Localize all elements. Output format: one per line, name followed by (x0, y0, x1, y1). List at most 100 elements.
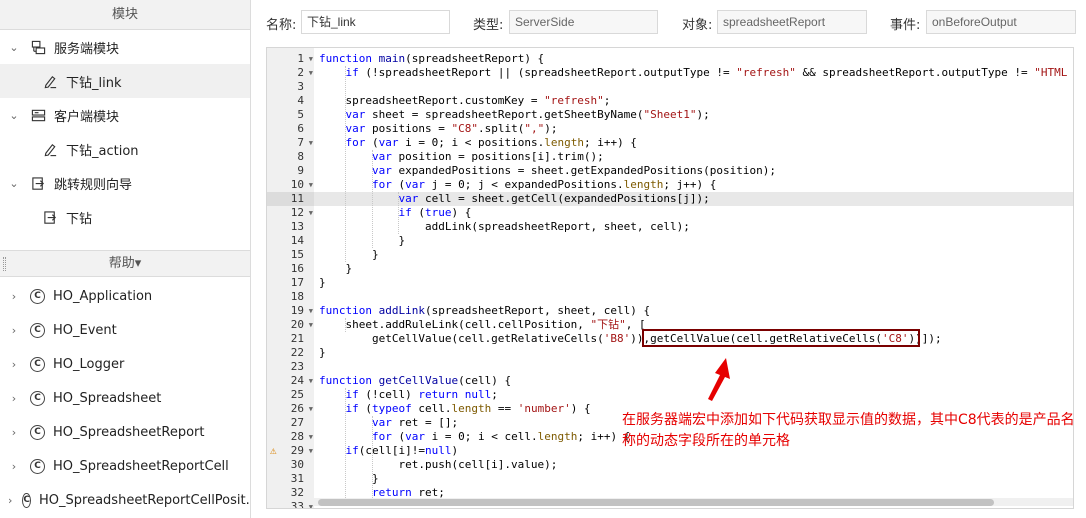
name-label: 名称: (266, 18, 297, 33)
tree-item-drill-link[interactable]: 下钻_link (0, 64, 250, 98)
code-line[interactable]: function getCellValue(cell) { (319, 374, 511, 388)
fold-toggle-icon[interactable]: ▼ (309, 178, 313, 192)
fold-toggle-icon[interactable]: ▼ (309, 374, 313, 388)
help-panel-title[interactable]: 帮助▾ (0, 251, 250, 277)
help-item-ho-spreadsheetreport[interactable]: › C HO_SpreadsheetReport (0, 415, 250, 449)
line-number-text: 25 (290, 388, 304, 401)
code-line[interactable]: function main(spreadsheetReport) { (319, 52, 544, 66)
chevron-down-icon[interactable]: ⌄ (8, 177, 20, 190)
help-item-ho-event[interactable]: › C HO_Event (0, 313, 250, 347)
line-number: 24 ▼ (267, 374, 314, 388)
line-number: 30 (267, 458, 314, 472)
tree-item-jump-rule[interactable]: ⌄ 跳转规则向导 (0, 166, 250, 200)
line-number: 16 (267, 262, 314, 276)
tree-item-server-module[interactable]: ⌄ 服务端模块 (0, 30, 250, 64)
tree-item-drill[interactable]: 下钻 (0, 200, 250, 234)
code-line[interactable]: ret.push(cell[i].value); (319, 458, 557, 472)
code-line[interactable]: } (319, 248, 379, 262)
fold-toggle-icon[interactable]: ▼ (309, 66, 313, 80)
fold-toggle-icon[interactable]: ▼ (309, 444, 313, 458)
fold-toggle-icon[interactable]: ▼ (309, 136, 313, 150)
warning-icon[interactable]: ⚠ (270, 444, 277, 458)
fold-toggle-icon[interactable]: ▼ (309, 206, 313, 220)
fold-toggle-icon[interactable]: ▼ (309, 430, 313, 444)
code-line[interactable]: for (var i = 0; i < cell.length; i++) { (319, 430, 630, 444)
chevron-right-icon[interactable]: › (8, 494, 12, 507)
scrollbar-thumb[interactable] (318, 499, 994, 506)
code-line[interactable]: } (319, 472, 379, 486)
line-number-text: 15 (290, 248, 304, 261)
line-number-text: 28 (290, 430, 304, 443)
chevron-right-icon[interactable]: › (8, 324, 20, 337)
horizontal-scrollbar[interactable] (314, 498, 1073, 506)
help-item-ho-spreadsheetreportcell[interactable]: › C HO_SpreadsheetReportCell (0, 449, 250, 483)
code-line[interactable]: spreadsheetReport.customKey = "refresh"; (319, 94, 610, 108)
line-number: 9 (267, 164, 314, 178)
drag-handle-icon[interactable] (3, 257, 6, 271)
code-line[interactable]: } (319, 346, 326, 360)
code-line[interactable]: addLink(spreadsheetReport, sheet, cell); (319, 220, 690, 234)
help-item-label: HO_Spreadsheet (53, 390, 162, 406)
chevron-right-icon[interactable]: › (8, 426, 20, 439)
chevron-right-icon[interactable]: › (8, 392, 20, 405)
code-line[interactable]: } (319, 262, 352, 276)
code-line[interactable]: } (319, 234, 405, 248)
line-number-gutter: 1 ▼ 2 ▼ 3 4 5 6 7 ▼ 8 9 10 ▼ 11 12 ▼ 13 14 15 16 17 18 19 ▼ 20 ▼ 21… (267, 48, 314, 508)
line-number: 27 (267, 416, 314, 430)
help-item-ho-logger[interactable]: › C HO_Logger (0, 347, 250, 381)
help-item-label: HO_Application (53, 288, 153, 304)
line-number: 21 (267, 332, 314, 346)
annotation-text: 在服务器端宏中添加如下代码获取显示值的数据，其中C8代表的是产品名称的动态字段所… (622, 412, 1075, 449)
help-item-ho-spreadsheetreportcellposit[interactable]: › C HO_SpreadsheetReportCellPosit... (0, 483, 250, 517)
help-panel: 帮助▾ › C HO_Application › C HO_Event › C … (0, 250, 250, 518)
code-line[interactable]: sheet.addRuleLink(cell.cellPosition, "下钻… (319, 318, 645, 332)
line-number: 31 (267, 472, 314, 486)
line-number: 8 (267, 150, 314, 164)
indent-guide (345, 388, 347, 500)
line-number-text: 14 (290, 234, 304, 247)
event-field: onBeforeOutput (926, 10, 1076, 34)
tree-item-client-module[interactable]: ⌄ 客户端模块 (0, 98, 250, 132)
line-number-text: 21 (290, 332, 304, 345)
code-line[interactable]: var sheet = spreadsheetReport.getSheetBy… (319, 108, 710, 122)
code-line[interactable]: if(cell[i]!=null) (319, 444, 459, 458)
chevron-right-icon[interactable]: › (8, 290, 20, 303)
code-line[interactable]: function addLink(spreadsheetReport, shee… (319, 304, 650, 318)
code-line[interactable]: for (var i = 0; i < positions.length; i+… (319, 136, 637, 150)
code-line[interactable]: if (true) { (319, 206, 471, 220)
chevron-right-icon[interactable]: › (8, 460, 20, 473)
help-item-ho-application[interactable]: › C HO_Application (0, 279, 250, 313)
help-item-ho-spreadsheet[interactable]: › C HO_Spreadsheet (0, 381, 250, 415)
line-number: 15 (267, 248, 314, 262)
chevron-down-icon[interactable]: ⌄ (8, 41, 20, 54)
tree-item-label: 跳转规则向导 (54, 177, 133, 193)
class-icon: C (30, 390, 45, 406)
code-line[interactable]: for (var j = 0; j < expandedPositions.le… (319, 178, 716, 192)
line-number: 22 (267, 346, 314, 360)
fold-toggle-icon[interactable]: ▼ (309, 402, 313, 416)
pencil-script-icon (42, 73, 58, 89)
code-line[interactable]: var positions = "C8".split(","); (319, 122, 558, 136)
code-line[interactable]: var expandedPositions = sheet.getExpande… (319, 164, 776, 178)
code-line[interactable]: var position = positions[i].trim(); (319, 150, 604, 164)
line-number: 6 (267, 122, 314, 136)
fold-toggle-icon[interactable]: ▼ (309, 52, 313, 66)
tree-item-drill-action[interactable]: 下钻_action (0, 132, 250, 166)
tree-item-label: 客户端模块 (54, 109, 120, 125)
name-input[interactable]: 下钻_link (301, 10, 450, 34)
line-number: 17 (267, 276, 314, 290)
chevron-down-icon[interactable]: ⌄ (8, 109, 20, 122)
code-line[interactable]: if (!spreadsheetReport || (spreadsheetRe… (319, 66, 1068, 80)
code-line[interactable]: if (typeof cell.length == 'number') { (319, 402, 591, 416)
code-line[interactable]: var ret = []; (319, 416, 458, 430)
code-line[interactable]: } (319, 276, 326, 290)
code-line[interactable]: var cell = sheet.getCell(expandedPositio… (319, 192, 709, 206)
chevron-right-icon[interactable]: › (8, 358, 20, 371)
fold-toggle-icon[interactable]: ▼ (309, 500, 313, 508)
fold-toggle-icon[interactable]: ▼ (309, 304, 313, 318)
fold-toggle-icon[interactable]: ▼ (309, 318, 313, 332)
object-label: 对象: (682, 18, 713, 33)
server-module-icon (30, 39, 46, 55)
tree-item-label: 下钻_action (66, 143, 139, 159)
help-item-label: HO_SpreadsheetReportCell (53, 458, 229, 474)
